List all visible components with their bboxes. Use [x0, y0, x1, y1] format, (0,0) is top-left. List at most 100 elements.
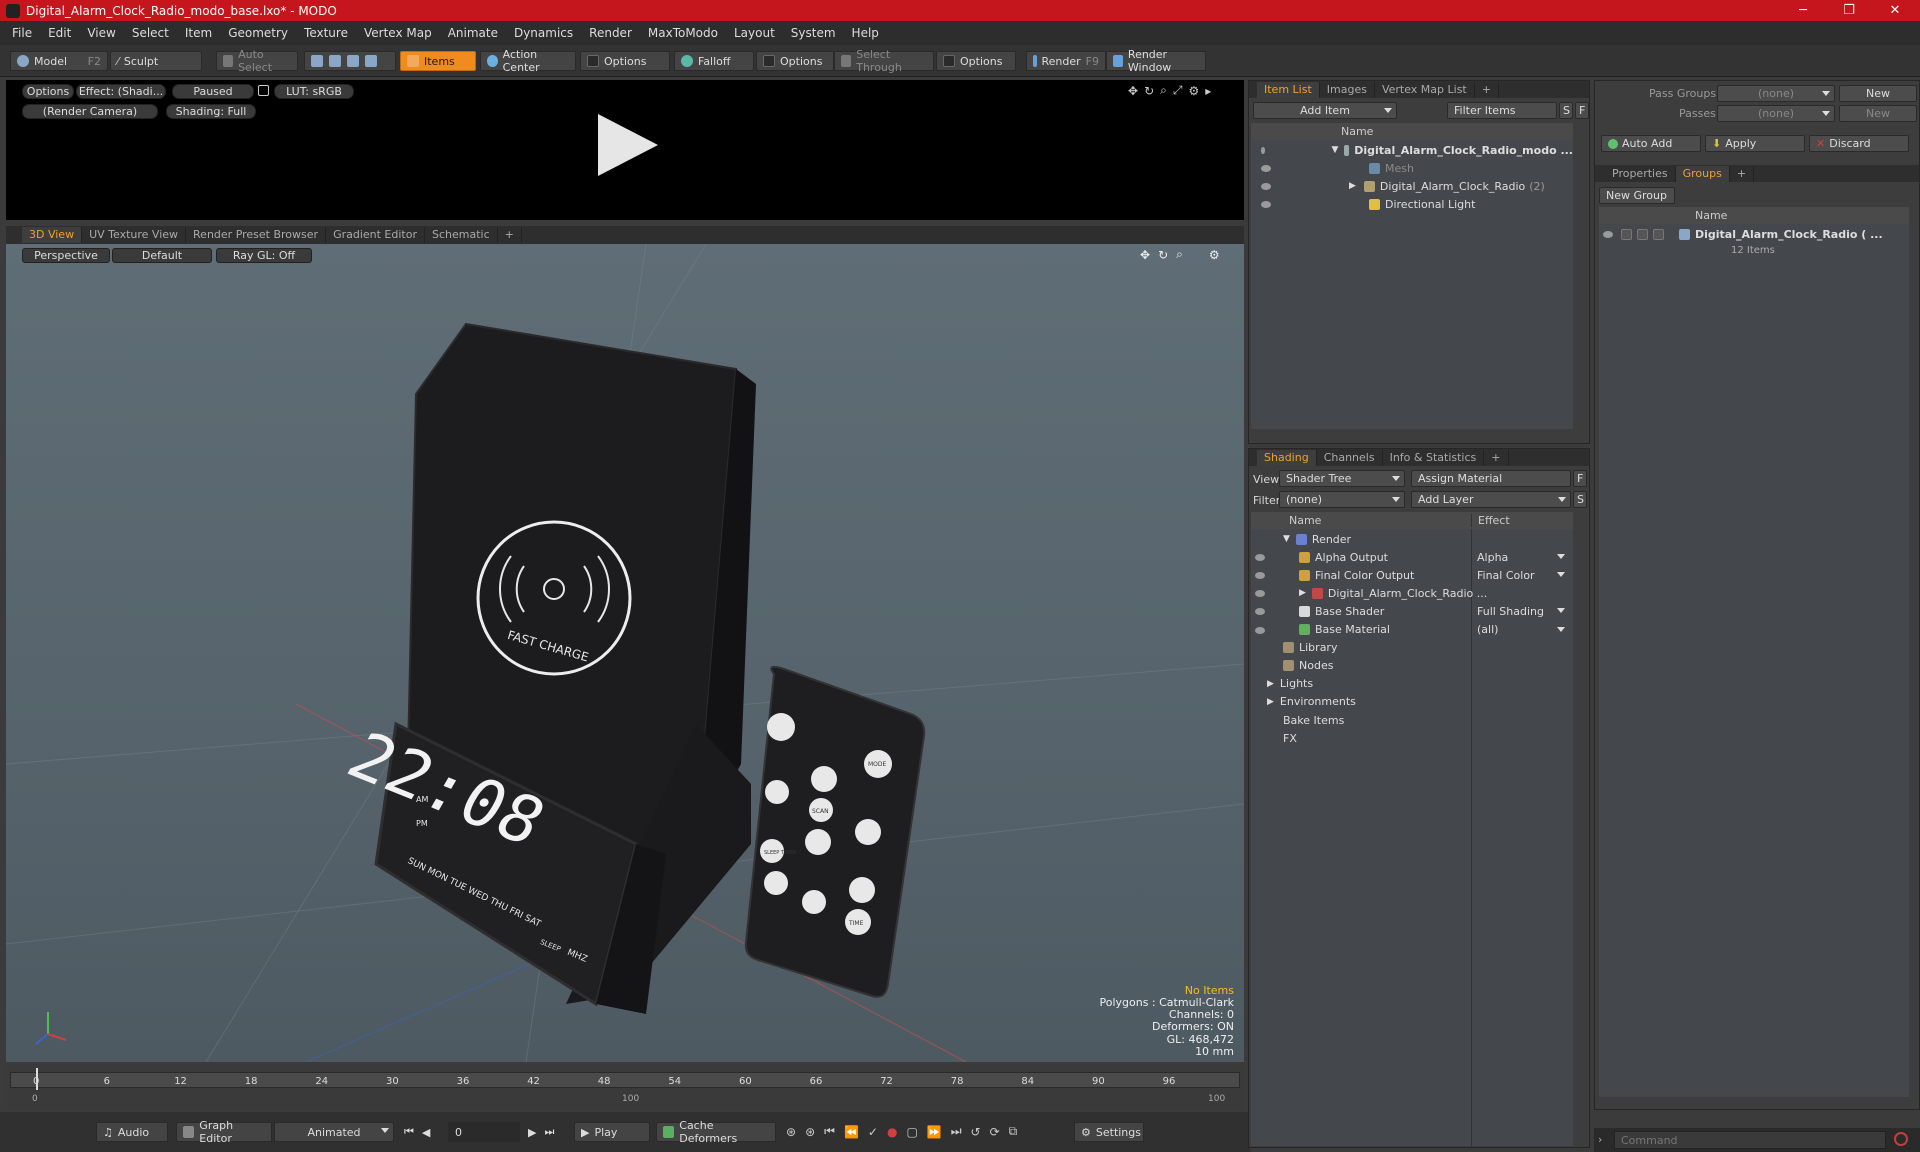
item-row-light[interactable]: Directional Light [1251, 195, 1573, 213]
expand-arrow-icon[interactable]: ▶ [1349, 181, 1356, 191]
tab-schematic[interactable]: Schematic [425, 227, 498, 243]
render-toggle-icon[interactable] [1653, 228, 1664, 240]
menu-select[interactable]: Select [124, 26, 177, 40]
filter-icon[interactable]: ⧉ [1009, 1124, 1018, 1139]
gear-icon[interactable]: ⚙ [1188, 84, 1199, 98]
lock-icon[interactable] [258, 85, 269, 96]
next-key-icon[interactable]: ⏭ [951, 1124, 962, 1139]
menu-animate[interactable]: Animate [440, 26, 506, 40]
visibility-eye-icon[interactable] [1255, 608, 1265, 616]
render-camera-dropdown[interactable]: (Render Camera) [22, 104, 158, 119]
visibility-eye-icon[interactable] [1261, 182, 1271, 190]
item-row-group[interactable]: ▶ Digital_Alarm_Clock_Radio (2) [1251, 177, 1573, 195]
rotate-icon[interactable]: ↻ [1144, 84, 1154, 98]
maximize-icon[interactable]: ⤢ [1173, 83, 1183, 98]
expand-arrow-icon[interactable]: ▶ [1267, 679, 1274, 689]
visibility-eye-icon[interactable] [1255, 554, 1265, 562]
visibility-eye-icon[interactable] [1261, 200, 1271, 208]
menu-help[interactable]: Help [844, 26, 887, 40]
expand-arrow-icon[interactable]: ▶ [1267, 697, 1274, 707]
discard-button[interactable]: ✕ Discard [1809, 135, 1909, 152]
sculpt-mode-button[interactable]: ⁄ Sculpt [110, 51, 202, 71]
item-row-mesh[interactable]: Mesh [1251, 159, 1573, 177]
menu-texture[interactable]: Texture [296, 26, 356, 40]
shader-row[interactable]: Alpha Output Alpha [1251, 548, 1573, 566]
effect-dropdown[interactable]: Alpha [1477, 549, 1569, 565]
record-icon[interactable]: ● [887, 1125, 897, 1139]
key-set-icon[interactable]: ✓ [868, 1125, 878, 1139]
shader-row[interactable]: Nodes [1251, 657, 1573, 675]
auto-add-button[interactable]: Auto Add [1601, 135, 1701, 152]
shader-row[interactable]: Final Color Output Final Color [1251, 566, 1573, 584]
key-square-icon[interactable]: ▢ [906, 1125, 917, 1139]
menu-vertex-map[interactable]: Vertex Map [356, 26, 440, 40]
command-input[interactable] [1614, 1131, 1886, 1149]
falloff-options-button[interactable]: Options [756, 51, 834, 71]
lut-dropdown[interactable]: LUT: sRGB [274, 84, 354, 99]
play-button[interactable]: ▶ Play [574, 1122, 650, 1142]
tab-render-preset-browser[interactable]: Render Preset Browser [186, 227, 327, 243]
preview-paused-button[interactable]: Paused [172, 84, 254, 99]
tab-images[interactable]: Images [1320, 81, 1375, 98]
audio-button[interactable]: ♫ Audio [96, 1122, 168, 1142]
lock-toggle-icon[interactable] [1621, 228, 1632, 240]
falloff-button[interactable]: Falloff [674, 51, 754, 71]
visibility-eye-icon[interactable] [1255, 626, 1265, 634]
key-forward-icon[interactable]: ⏩ [927, 1125, 942, 1139]
menu-edit[interactable]: Edit [40, 26, 79, 40]
tab-properties[interactable]: Properties [1605, 165, 1676, 182]
move-icon[interactable]: ✥ [1128, 84, 1138, 98]
effect-dropdown[interactable]: (all) [1477, 622, 1569, 638]
visibility-eye-icon[interactable] [1603, 230, 1613, 238]
refresh-icon[interactable]: ⟳ [990, 1125, 1000, 1139]
close-button[interactable]: ✕ [1872, 0, 1918, 21]
preview-effect-dropdown[interactable]: Effect: (Shadi... [76, 84, 166, 99]
item-row-scene[interactable]: ▼ Digital_Alarm_Clock_Radio_modo ... [1251, 141, 1573, 159]
shading-f-button[interactable]: F [1573, 470, 1587, 487]
render-button[interactable]: Render F9 [1026, 51, 1106, 71]
shader-row[interactable]: ▶ Environments [1251, 693, 1573, 711]
menu-layout[interactable]: Layout [726, 26, 783, 40]
shader-row[interactable]: ▶ Digital_Alarm_Clock_Radio ... [1251, 584, 1573, 602]
shader-row[interactable]: ▶ Lights [1251, 675, 1573, 693]
key-back-icon[interactable]: ⏪ [844, 1125, 859, 1139]
shader-row[interactable]: Base Material (all) [1251, 621, 1573, 639]
select-toggle-icon[interactable] [1637, 228, 1648, 240]
tab-gradient-editor[interactable]: Gradient Editor [326, 227, 425, 243]
shader-row[interactable]: FX [1251, 729, 1573, 747]
skip-start-icon[interactable]: ⏮ [404, 1125, 414, 1139]
effect-dropdown[interactable]: Final Color [1477, 567, 1569, 583]
menu-system[interactable]: System [783, 26, 844, 40]
materials-mode-icon[interactable] [365, 55, 377, 67]
key-tool-icon[interactable]: ⊛ [786, 1125, 796, 1139]
zoom-icon[interactable]: ⌕ [1160, 83, 1167, 98]
menu-view[interactable]: View [79, 26, 123, 40]
effect-dropdown[interactable]: Full Shading [1477, 603, 1569, 619]
add-layer-dropdown[interactable]: Add Layer [1411, 491, 1571, 508]
select-through-button[interactable]: Select Through [834, 48, 934, 74]
model-mode-button[interactable]: Model F2 [10, 51, 108, 71]
polygons-mode-icon[interactable] [347, 55, 359, 67]
maximize-button[interactable]: ❐ [1826, 0, 1872, 21]
tab-3d-view[interactable]: 3D View [22, 227, 83, 243]
assign-material-button[interactable]: Assign Material [1411, 470, 1571, 487]
passes-dropdown[interactable]: (none) [1717, 105, 1835, 122]
play-icon[interactable] [590, 110, 660, 180]
animated-dropdown[interactable]: Animated [274, 1122, 394, 1142]
3d-viewport[interactable]: Perspective Default Ray GL: Off ✥ ↻ ⌕ ⚙ [6, 244, 1244, 1062]
tab-uv-texture-view[interactable]: UV Texture View [82, 227, 187, 243]
settings-button[interactable]: ⚙ Settings [1074, 1122, 1144, 1142]
items-mode-button[interactable]: Items [400, 51, 476, 71]
item-list-s-button[interactable]: S [1559, 102, 1573, 119]
visibility-eye-icon[interactable] [1261, 146, 1266, 154]
render-window-button[interactable]: Render Window [1106, 48, 1206, 74]
new-pass-button[interactable]: New [1839, 105, 1917, 122]
skip-end-icon[interactable]: ⏭ [544, 1125, 554, 1139]
auto-select-button[interactable]: Auto Select [216, 48, 298, 74]
expand-arrow-icon[interactable]: ▶ [1299, 588, 1306, 598]
prev-key-icon[interactable]: ⏮ [824, 1124, 835, 1139]
add-tab-button[interactable]: + [498, 227, 522, 243]
loop-icon[interactable]: ↺ [971, 1125, 981, 1139]
cache-deformers-button[interactable]: Cache Deformers [656, 1119, 776, 1145]
shader-row[interactable]: Bake Items [1251, 711, 1573, 729]
